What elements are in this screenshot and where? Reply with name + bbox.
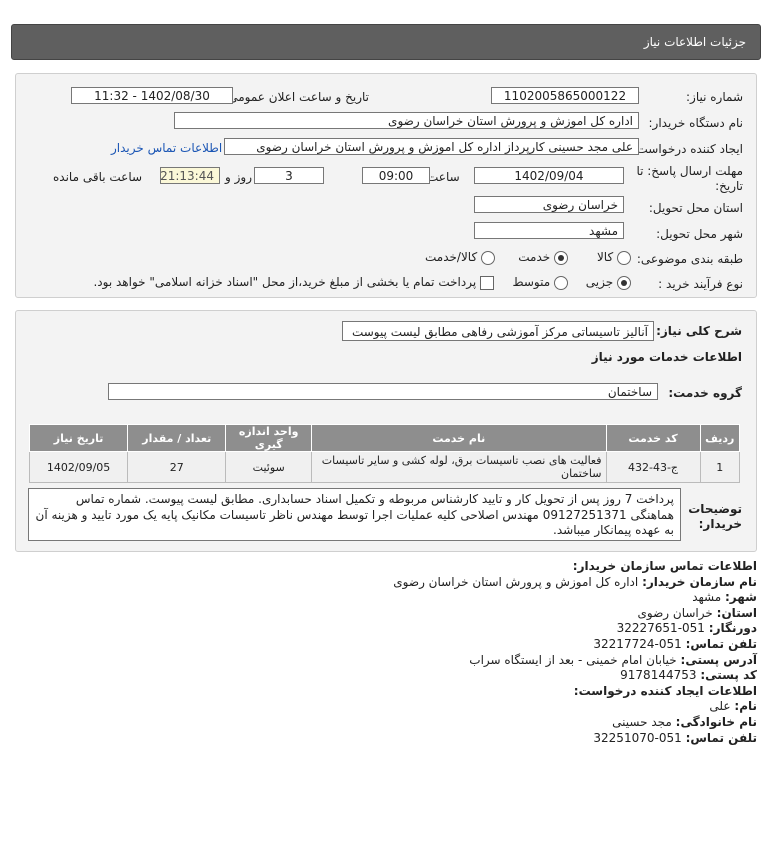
page-header: جزئیات اطلاعات نیاز [11, 24, 761, 60]
need-number-field[interactable]: 1102005865000122 [491, 87, 639, 104]
buyer-notes-field[interactable]: پرداخت 7 روز پس از تحویل کار و تایید کار… [28, 488, 681, 541]
remaining-time-field: 21:13:44 [160, 167, 220, 184]
contact-postal: 9178144753 [620, 668, 697, 683]
category-label: طبقه بندی موضوعی: [636, 252, 743, 266]
contact-heading: اطلاعات تماس سازمان خریدار: [572, 559, 757, 573]
need-number-label: شماره نیاز: [686, 90, 743, 104]
col-date-header: تاریخ نیاز [28, 424, 129, 452]
col-row-header: ردیف [699, 424, 741, 452]
col-unit-header: واحد اندازه گیری [225, 424, 313, 452]
deadline-label: مهلت ارسال پاسخ: تا [636, 164, 743, 178]
days-field[interactable]: 3 [254, 167, 324, 184]
treasury-payment-option[interactable]: پرداخت تمام یا بخشی از مبلغ خرید،از محل … [93, 275, 494, 290]
creator-first-name: علی [709, 699, 731, 714]
contact-province: خراسان رضوی [637, 605, 713, 620]
deadline-time-field[interactable]: 09:00 [362, 167, 430, 184]
process-minor-label: جزیی [585, 275, 614, 289]
creator-heading: اطلاعات ایجاد کننده درخواست: [573, 683, 757, 698]
row-quantity: 27 [127, 451, 227, 483]
category-both-option[interactable]: کالا/خدمت [425, 250, 495, 265]
contact-org: اداره کل اموزش و پرورش استان خراسان رضوی [393, 574, 639, 589]
services-heading: اطلاعات خدمات مورد نیاز [591, 350, 742, 364]
contact-section: اطلاعات تماس سازمان خریدار: نام سازمان خ… [37, 559, 757, 746]
contact-fax: 051-32227651 [616, 621, 705, 636]
category-both-radio[interactable] [481, 250, 495, 265]
announce-field[interactable]: 1402/08/30 - 11:32 [71, 87, 233, 104]
contact-phone: 051-32217724 [593, 636, 682, 651]
buyer-notes-label: توضیحات [688, 502, 742, 516]
col-code-header: کد خدمت [605, 424, 701, 452]
deadline-date-label: تاریخ: [715, 179, 743, 193]
service-group-field[interactable]: ساختمان [108, 383, 658, 400]
contact-phone-label: تلفن تماس: [685, 636, 757, 651]
days-label: روز و [225, 170, 252, 184]
contact-city-label: شهر: [725, 590, 757, 605]
deadline-time-label: ساعت [427, 170, 460, 184]
contact-city: مشهد [692, 590, 722, 605]
col-name-header: نام خدمت [311, 424, 607, 452]
page-title: جزئیات اطلاعات نیاز [643, 35, 746, 49]
treasury-payment-checkbox[interactable] [480, 275, 494, 290]
province-label: استان محل تحویل: [648, 201, 743, 215]
treasury-payment-label: پرداخت تمام یا بخشی از مبلغ خرید،از محل … [93, 275, 477, 289]
process-medium-option[interactable]: متوسط [512, 275, 568, 290]
announce-label: تاریخ و ساعت اعلان عمومی: [224, 90, 369, 104]
summary-label: شرح کلی نیاز: [656, 324, 742, 338]
remaining-label: ساعت باقی مانده [53, 170, 143, 184]
row-need-date: 1402/09/05 [28, 451, 129, 483]
process-medium-label: متوسط [512, 275, 551, 289]
need-info-panel: شماره نیاز: 1102005865000122 تاریخ و ساع… [15, 73, 757, 298]
category-both-label: کالا/خدمت [424, 250, 478, 264]
process-label: نوع فرآیند خرید : [658, 277, 743, 291]
process-minor-radio[interactable] [617, 275, 631, 290]
creator-first-name-label: نام: [734, 699, 757, 714]
services-table-header: ردیف کد خدمت نام خدمت واحد اندازه گیری ت… [28, 424, 741, 452]
process-minor-option[interactable]: جزیی [586, 275, 631, 290]
contact-address-label: آدرس پستی: [680, 652, 757, 667]
buyer-contact-link[interactable]: اطلاعات تماس خریدار [111, 141, 222, 155]
contact-fax-label: دورنگار: [708, 621, 757, 636]
contact-province-label: استان: [716, 605, 757, 620]
services-table: ردیف کد خدمت نام خدمت واحد اندازه گیری ت… [28, 424, 741, 483]
province-field[interactable]: خراسان رضوی [474, 196, 624, 213]
row-unit: سوئیت [225, 451, 313, 483]
category-service-label: خدمت [518, 250, 551, 264]
contact-postal-label: کد پستی: [700, 668, 757, 683]
city-label: شهر محل تحویل: [656, 227, 743, 241]
creator-phone-label: تلفن تماس: [685, 730, 757, 745]
col-qty-header: تعداد / مقدار [127, 424, 227, 452]
process-medium-radio[interactable] [554, 275, 568, 290]
deadline-date-field[interactable]: 1402/09/04 [474, 167, 624, 184]
row-index: 1 [699, 451, 741, 483]
category-goods-label: کالا [596, 250, 614, 264]
service-group-label: گروه خدمت: [668, 386, 742, 400]
city-field[interactable]: مشهد [474, 222, 624, 239]
buyer-org-label: نام دستگاه خریدار: [648, 116, 744, 130]
category-goods-radio[interactable] [617, 250, 631, 265]
requester-field[interactable]: علی مجد حسینی کارپرداز اداره کل اموزش و … [224, 138, 639, 155]
contact-org-label: نام سازمان خریدار: [642, 574, 757, 589]
requester-label: ایجاد کننده درخواست: [632, 142, 743, 156]
category-service-option[interactable]: خدمت [518, 250, 568, 265]
buyer-notes-label-2: خریدار: [698, 517, 742, 531]
category-service-radio[interactable] [554, 250, 568, 265]
category-goods-option[interactable]: کالا [597, 250, 631, 265]
summary-field[interactable]: آنالیز تاسیساتی مرکز آموزشی رفاهی مطابق … [342, 321, 654, 341]
row-service-name: فعالیت های نصب تاسیسات برق، لوله کشی و س… [311, 451, 607, 483]
row-service-code: ج-43-432 [605, 451, 701, 483]
creator-phone: 051-32251070 [593, 730, 682, 745]
buyer-org-field[interactable]: اداره کل اموزش و پرورش استان خراسان رضوی [174, 112, 639, 129]
contact-address: خیابان امام خمینی - بعد از ایستگاه سراب [469, 652, 677, 667]
creator-last-name: مجد حسینی [612, 714, 672, 729]
table-row[interactable]: 1 ج-43-432 فعالیت های نصب تاسیسات برق، ل… [28, 451, 741, 483]
creator-last-name-label: نام خانوادگی: [675, 714, 757, 729]
